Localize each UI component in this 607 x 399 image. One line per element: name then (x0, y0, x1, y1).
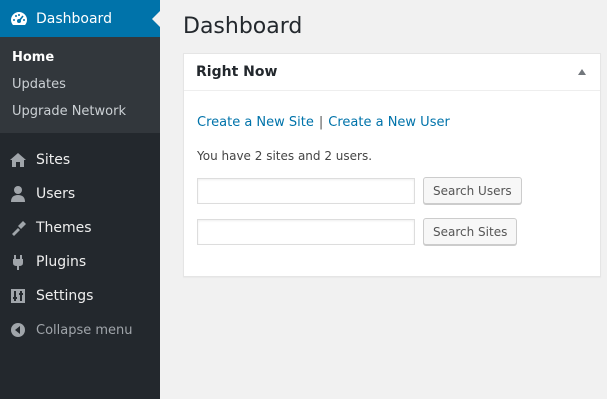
search-users-button[interactable]: Search Users (423, 177, 522, 204)
link-separator: | (318, 115, 324, 130)
sites-icon (8, 150, 28, 170)
widget-body: Create a New Site | Create a New User You … (184, 115, 600, 245)
search-sites-row: Search Sites (197, 218, 587, 245)
sidebar-item-dashboard[interactable]: Dashboard (0, 0, 160, 37)
submenu-item-updates[interactable]: Updates (0, 71, 160, 98)
settings-icon (8, 286, 28, 306)
network-summary: You have 2 sites and 2 users. (197, 149, 373, 163)
sidebar-item-label: Users (36, 186, 76, 202)
right-now-widget: Right Now Create a New Site | Create a New… (183, 53, 601, 277)
search-sites-button[interactable]: Search Sites (423, 218, 518, 245)
sidebar-item-label: Settings (36, 288, 94, 304)
sidebar-item-sites[interactable]: Sites (0, 143, 160, 177)
page-title: Dashboard (183, 14, 303, 39)
dashboard-icon (9, 9, 29, 29)
sidebar-item-users[interactable]: Users (0, 177, 160, 211)
themes-icon (8, 218, 28, 238)
create-new-site-link[interactable]: Create a New Site (197, 115, 314, 130)
search-users-input[interactable] (197, 177, 415, 204)
sidebar-item-settings[interactable]: Settings (0, 279, 160, 313)
sidebar-menu: Sites Users Themes Plugins Settings Coll… (0, 133, 160, 347)
collapse-icon (8, 320, 28, 340)
sidebar-item-label: Sites (36, 152, 71, 168)
sidebar-item-plugins[interactable]: Plugins (0, 245, 160, 279)
submenu-item-home[interactable]: Home (0, 44, 160, 71)
create-new-user-link[interactable]: Create a New User (328, 115, 450, 130)
main-content: Dashboard Right Now Create a New Site | Cr… (183, 0, 607, 277)
collapse-menu-button[interactable]: Collapse menu (0, 313, 160, 347)
admin-sidebar: Dashboard Home Updates Upgrade Network S… (0, 0, 160, 399)
sidebar-item-label: Themes (36, 220, 92, 236)
collapse-menu-label: Collapse menu (36, 322, 133, 338)
dashboard-submenu: Home Updates Upgrade Network (0, 37, 160, 133)
sidebar-item-label: Dashboard (36, 10, 112, 27)
quick-links: Create a New Site | Create a New User (197, 115, 587, 130)
widget-title: Right Now (196, 64, 278, 80)
sidebar-item-label: Plugins (36, 254, 87, 270)
users-icon (8, 184, 28, 204)
search-sites-input[interactable] (197, 218, 415, 245)
plugins-icon (8, 252, 28, 272)
search-users-row: Search Users (197, 177, 587, 204)
collapse-toggle-icon[interactable] (576, 66, 588, 78)
widget-header[interactable]: Right Now (184, 54, 600, 91)
submenu-item-upgrade-network[interactable]: Upgrade Network (0, 98, 160, 125)
sidebar-item-themes[interactable]: Themes (0, 211, 160, 245)
